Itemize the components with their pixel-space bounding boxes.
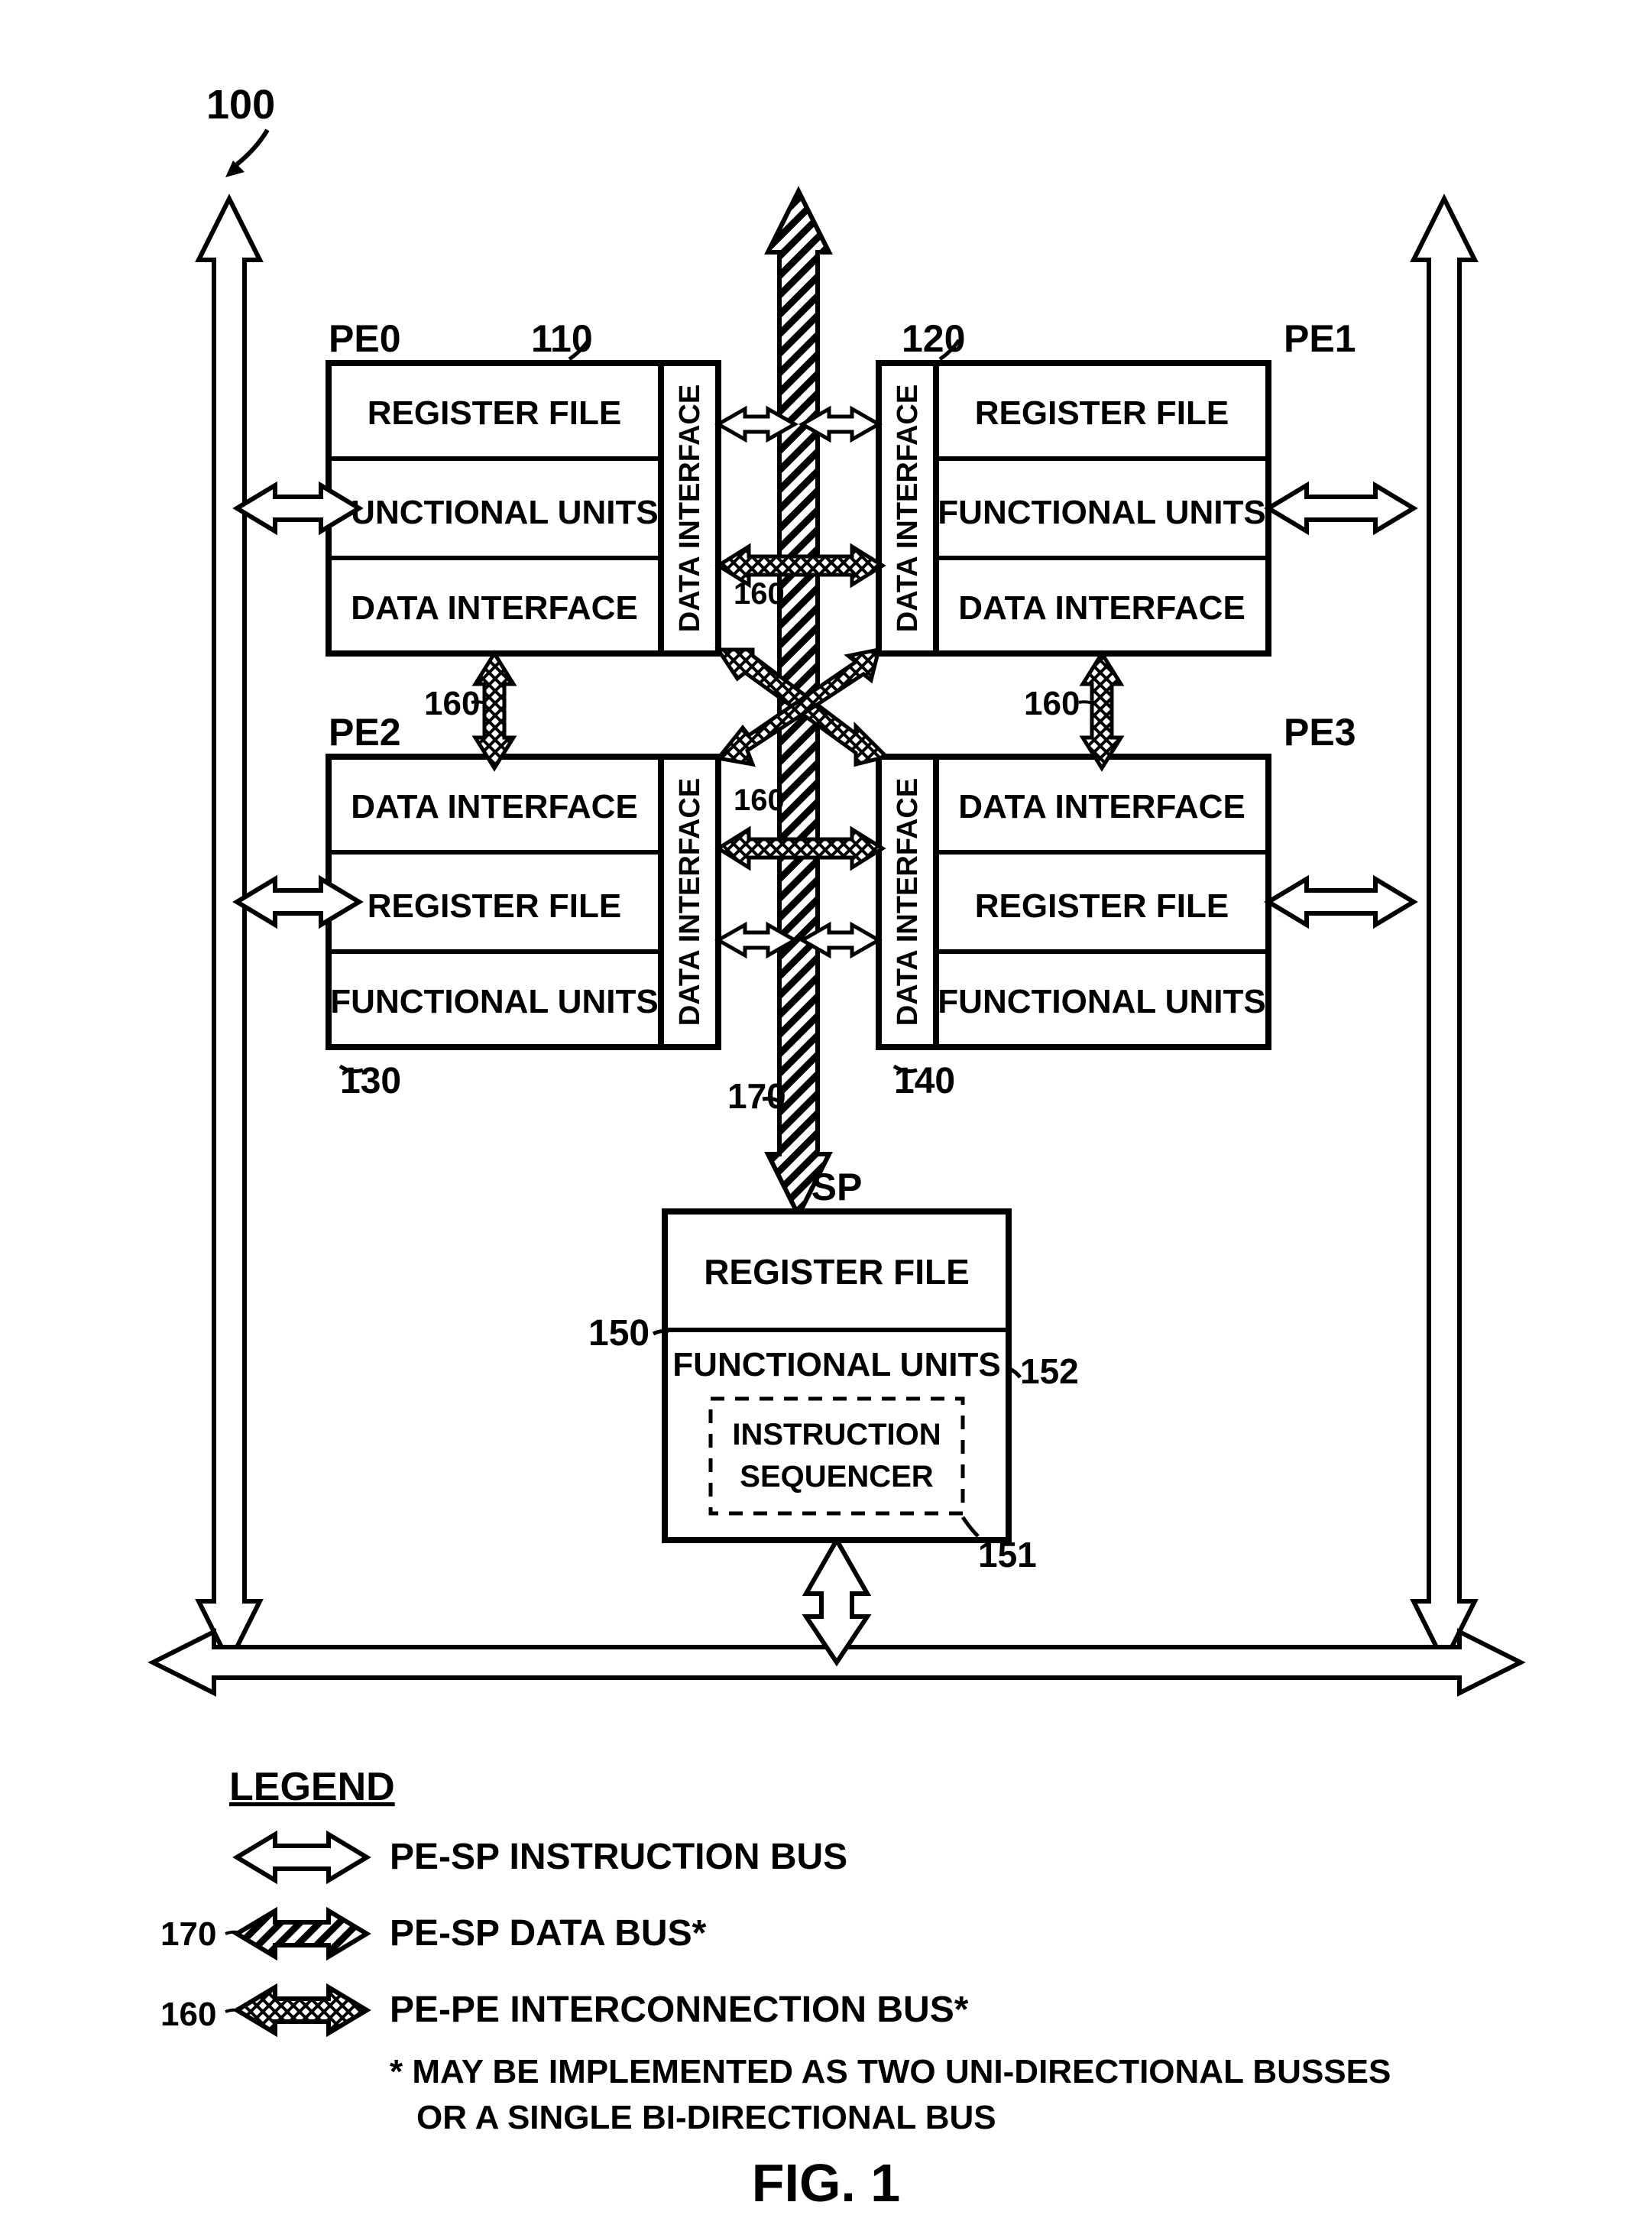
pe0-ref: 110 — [531, 317, 593, 360]
legend-ref-interconn: 160 — [160, 1996, 216, 2033]
pe3-row3: FUNCTIONAL UNITS — [938, 983, 1265, 1020]
ref160-c1: 160 — [734, 783, 785, 817]
pe1-block: 120 PE1 DATA INTERFACE REGISTER FILE FUN… — [879, 317, 1356, 653]
frame-right-bus — [1414, 199, 1475, 1662]
sp-block: SP REGISTER FILE FUNCTIONAL UNITS INSTRU… — [588, 1166, 1079, 1575]
legend-item2: PE-SP DATA BUS* — [390, 1913, 707, 1954]
pe3-ref: 140 — [894, 1061, 955, 1101]
legend-note-l2: OR A SINGLE BI-DIRECTIONAL BUS — [416, 2099, 996, 2136]
pe2-row1: DATA INTERFACE — [351, 788, 638, 825]
figure-title: FIG. 1 — [752, 2153, 900, 2213]
frame-left-bus — [199, 199, 260, 1662]
pe0-row3: DATA INTERFACE — [351, 589, 638, 627]
sp-ref-fu: 152 — [1020, 1351, 1079, 1391]
pe1-side: DATA INTERFACE — [892, 384, 924, 632]
pe3-row2: REGISTER FILE — [975, 887, 1229, 925]
sp-seq-l1: INSTRUCTION — [732, 1418, 941, 1451]
pe1-row1: REGISTER FILE — [975, 394, 1229, 432]
pe0-name: PE0 — [329, 317, 401, 360]
legend-item3: PE-PE INTERCONNECTION BUS* — [390, 1990, 969, 2030]
pe1-ref: 120 — [902, 317, 965, 360]
pe2-row2: REGISTER FILE — [368, 887, 621, 925]
pe0-side: DATA INTERFACE — [674, 384, 706, 632]
pe1-name: PE1 — [1284, 317, 1356, 360]
pe1-frame-link — [1268, 485, 1414, 531]
pe0-row2: FUNCTIONAL UNITS — [330, 494, 658, 531]
pe1-row2: FUNCTIONAL UNITS — [938, 494, 1265, 531]
pe2-row3: FUNCTIONAL UNITS — [330, 983, 658, 1020]
sp-row2: FUNCTIONAL UNITS — [672, 1346, 1000, 1383]
legend: LEGEND PE-SP INSTRUCTION BUS PE-SP DATA … — [160, 1765, 1391, 2136]
figure-ref: 100 — [206, 82, 275, 128]
sp-name: SP — [811, 1166, 863, 1208]
legend-title: LEGEND — [229, 1765, 395, 1809]
pe2-block: PE2 DATA INTERFACE REGISTER FILE FUNCTIO… — [329, 711, 718, 1101]
ref160-c2: 160 — [734, 577, 785, 611]
pe2-ref: 130 — [340, 1061, 401, 1101]
databus-ref-mid: 170 — [727, 1076, 786, 1116]
pe2-name: PE2 — [329, 711, 401, 754]
pe2-side: DATA INTERFACE — [674, 778, 706, 1026]
sp-bottom-connector — [806, 1540, 867, 1662]
legend-note-l1: * MAY BE IMPLEMENTED AS TWO UNI-DIRECTIO… — [390, 2053, 1391, 2090]
sp-row1: REGISTER FILE — [704, 1252, 970, 1292]
pe1-pe3-interconn-v — [1083, 653, 1121, 768]
pe3-row1: DATA INTERFACE — [958, 788, 1245, 825]
pe0-pe2-interconn-v — [475, 653, 513, 768]
sp-ref: 150 — [588, 1313, 649, 1354]
pe3-frame-link — [1268, 879, 1414, 925]
sp-seq-l2: SEQUENCER — [740, 1460, 933, 1493]
pe3-side: DATA INTERFACE — [892, 778, 924, 1026]
legend-ref-databus: 170 — [160, 1915, 216, 1953]
figure-1: 100 170 PE0 110 REGISTER FILE FUNCTIONAL… — [0, 0, 1652, 2228]
pe0-row1: REGISTER FILE — [368, 394, 621, 432]
pe3-name: PE3 — [1284, 711, 1356, 754]
pe1-row3: DATA INTERFACE — [958, 589, 1245, 627]
sp-ref-seq: 151 — [978, 1535, 1037, 1575]
pe0-block: PE0 110 REGISTER FILE FUNCTIONAL UNITS D… — [329, 317, 718, 653]
ref160-r: 160 — [1024, 685, 1080, 722]
legend-item1: PE-SP INSTRUCTION BUS — [390, 1837, 847, 1877]
